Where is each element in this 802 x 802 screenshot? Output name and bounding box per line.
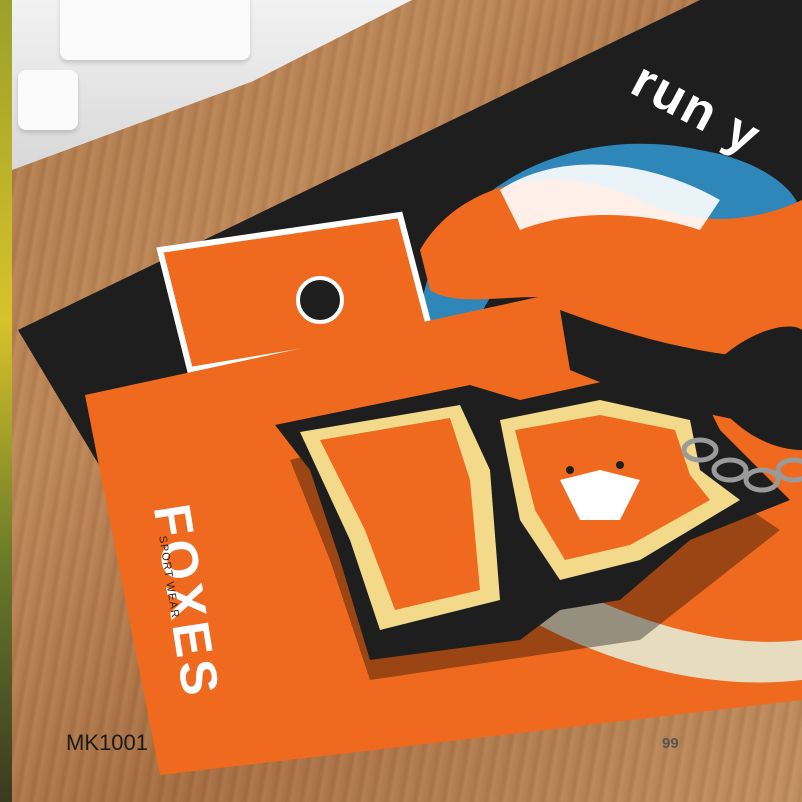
page-number: 99 bbox=[662, 735, 679, 752]
product-code: MK1001 bbox=[66, 730, 148, 755]
keychain-fox-eye bbox=[616, 461, 624, 469]
keychain-fox-eye bbox=[566, 466, 574, 474]
product-photo: run y FOXES SPORT WEAR MK1001 99 bbox=[0, 0, 802, 802]
back-card-letter-o bbox=[296, 276, 344, 324]
